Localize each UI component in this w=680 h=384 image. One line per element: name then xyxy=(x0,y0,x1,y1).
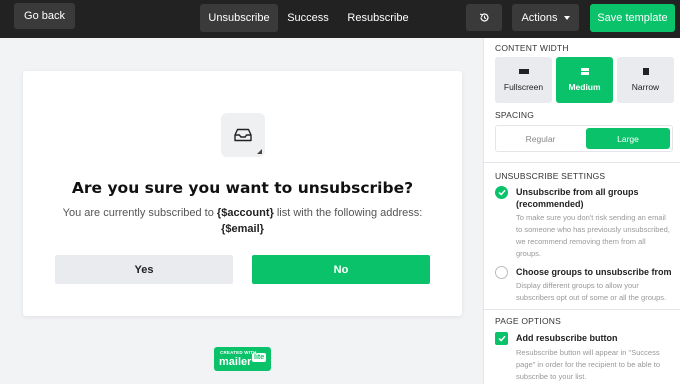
description-line: to someone who has previously unsubscrib… xyxy=(516,225,670,234)
unsubscribe-all-radio[interactable] xyxy=(495,186,508,199)
description-line: page" in order for the recipient to be a… xyxy=(516,360,661,369)
email-variable: {$email} xyxy=(221,223,264,235)
subscription-text: You are currently subscribed to {$accoun… xyxy=(23,205,462,237)
description-line: Resubscribe button will appear in "Succe… xyxy=(516,348,660,357)
actions-label: Actions xyxy=(521,11,558,24)
settings-panel: CONTENT WIDTH Fullscreen Medium Narrow S… xyxy=(483,38,680,384)
width-option-label: Fullscreen xyxy=(503,82,544,92)
divider xyxy=(484,309,680,310)
spacing-regular-option[interactable]: Regular xyxy=(496,126,585,151)
go-back-button[interactable]: Go back xyxy=(14,3,75,29)
unsubscribe-all-title-line: (recommended) xyxy=(516,199,584,209)
description-line: To make sure you don't risk sending an e… xyxy=(516,213,666,222)
unsubscribe-settings-label: UNSUBSCRIBE SETTINGS xyxy=(495,171,606,181)
description-line: subscribers opt out of some or all the g… xyxy=(516,293,667,302)
width-option-label: Medium xyxy=(568,82,601,92)
save-template-button[interactable]: Save template xyxy=(590,4,675,32)
description-line: subscribe to your list. xyxy=(516,372,587,381)
description-line: we recommend removing them from all xyxy=(516,237,646,246)
chevron-down-icon xyxy=(563,15,570,20)
choose-groups-description: Display different groups to allow your s… xyxy=(516,280,676,304)
inbox-icon xyxy=(234,128,252,142)
add-resubscribe-title: Add resubscribe button xyxy=(516,333,618,343)
resize-handle-icon[interactable] xyxy=(257,149,262,154)
mailerlite-badge: CREATED WITH mailer lite xyxy=(214,347,271,371)
page-tabs: Unsubscribe Success Resubscribe xyxy=(200,4,418,32)
page-options-label: PAGE OPTIONS xyxy=(495,316,562,326)
no-button[interactable]: No xyxy=(252,255,430,284)
yes-button[interactable]: Yes xyxy=(55,255,233,284)
tab-success[interactable]: Success xyxy=(278,4,338,32)
checkmark-icon xyxy=(497,189,506,196)
subscription-text-prefix: You are currently subscribed to xyxy=(62,207,217,219)
width-option-label: Narrow xyxy=(631,82,660,92)
badge-lite: lite xyxy=(252,353,267,362)
unsubscribe-all-title: Unsubscribe from all groups (recommended… xyxy=(516,186,639,210)
tab-unsubscribe[interactable]: Unsubscribe xyxy=(200,4,278,32)
divider xyxy=(484,162,680,163)
fullscreen-icon xyxy=(518,69,529,74)
choose-groups-radio[interactable] xyxy=(495,266,508,279)
unsubscribe-preview-card: Are you sure you want to unsubscribe? Yo… xyxy=(23,71,462,316)
description-line: Display different groups to allow your xyxy=(516,281,639,290)
unsubscribe-all-title-line: Unsubscribe from all groups xyxy=(516,187,639,197)
content-width-label: CONTENT WIDTH xyxy=(495,43,569,53)
badge-brand: mailer xyxy=(219,356,252,368)
subscription-text-middle: list with the following address: xyxy=(273,207,423,219)
unsubscribe-all-description: To make sure you don't risk sending an e… xyxy=(516,212,676,260)
history-button[interactable] xyxy=(466,4,502,31)
width-option-fullscreen[interactable]: Fullscreen xyxy=(495,57,552,103)
width-option-medium[interactable]: Medium xyxy=(556,57,613,103)
actions-dropdown[interactable]: Actions xyxy=(512,4,579,31)
history-icon xyxy=(479,13,489,22)
tab-resubscribe[interactable]: Resubscribe xyxy=(338,4,418,32)
choose-groups-title: Choose groups to unsubscribe from xyxy=(516,267,672,277)
narrow-width-icon xyxy=(642,68,649,75)
medium-width-icon xyxy=(580,68,589,75)
add-resubscribe-description: Resubscribe button will appear in "Succe… xyxy=(516,347,676,383)
description-line: groups. xyxy=(516,249,542,258)
spacing-large-option[interactable]: Large xyxy=(586,128,670,149)
page-headline: Are you sure you want to unsubscribe? xyxy=(71,179,414,197)
top-toolbar: Go back Unsubscribe Success Resubscribe … xyxy=(0,0,680,38)
checkmark-icon xyxy=(497,335,506,342)
add-resubscribe-checkbox[interactable] xyxy=(495,332,508,345)
spacing-toggle: Regular Large xyxy=(495,125,673,152)
width-option-narrow[interactable]: Narrow xyxy=(617,57,674,103)
inbox-image-block[interactable] xyxy=(221,113,265,157)
account-variable: {$account} xyxy=(216,207,274,219)
spacing-label: SPACING xyxy=(495,110,535,120)
